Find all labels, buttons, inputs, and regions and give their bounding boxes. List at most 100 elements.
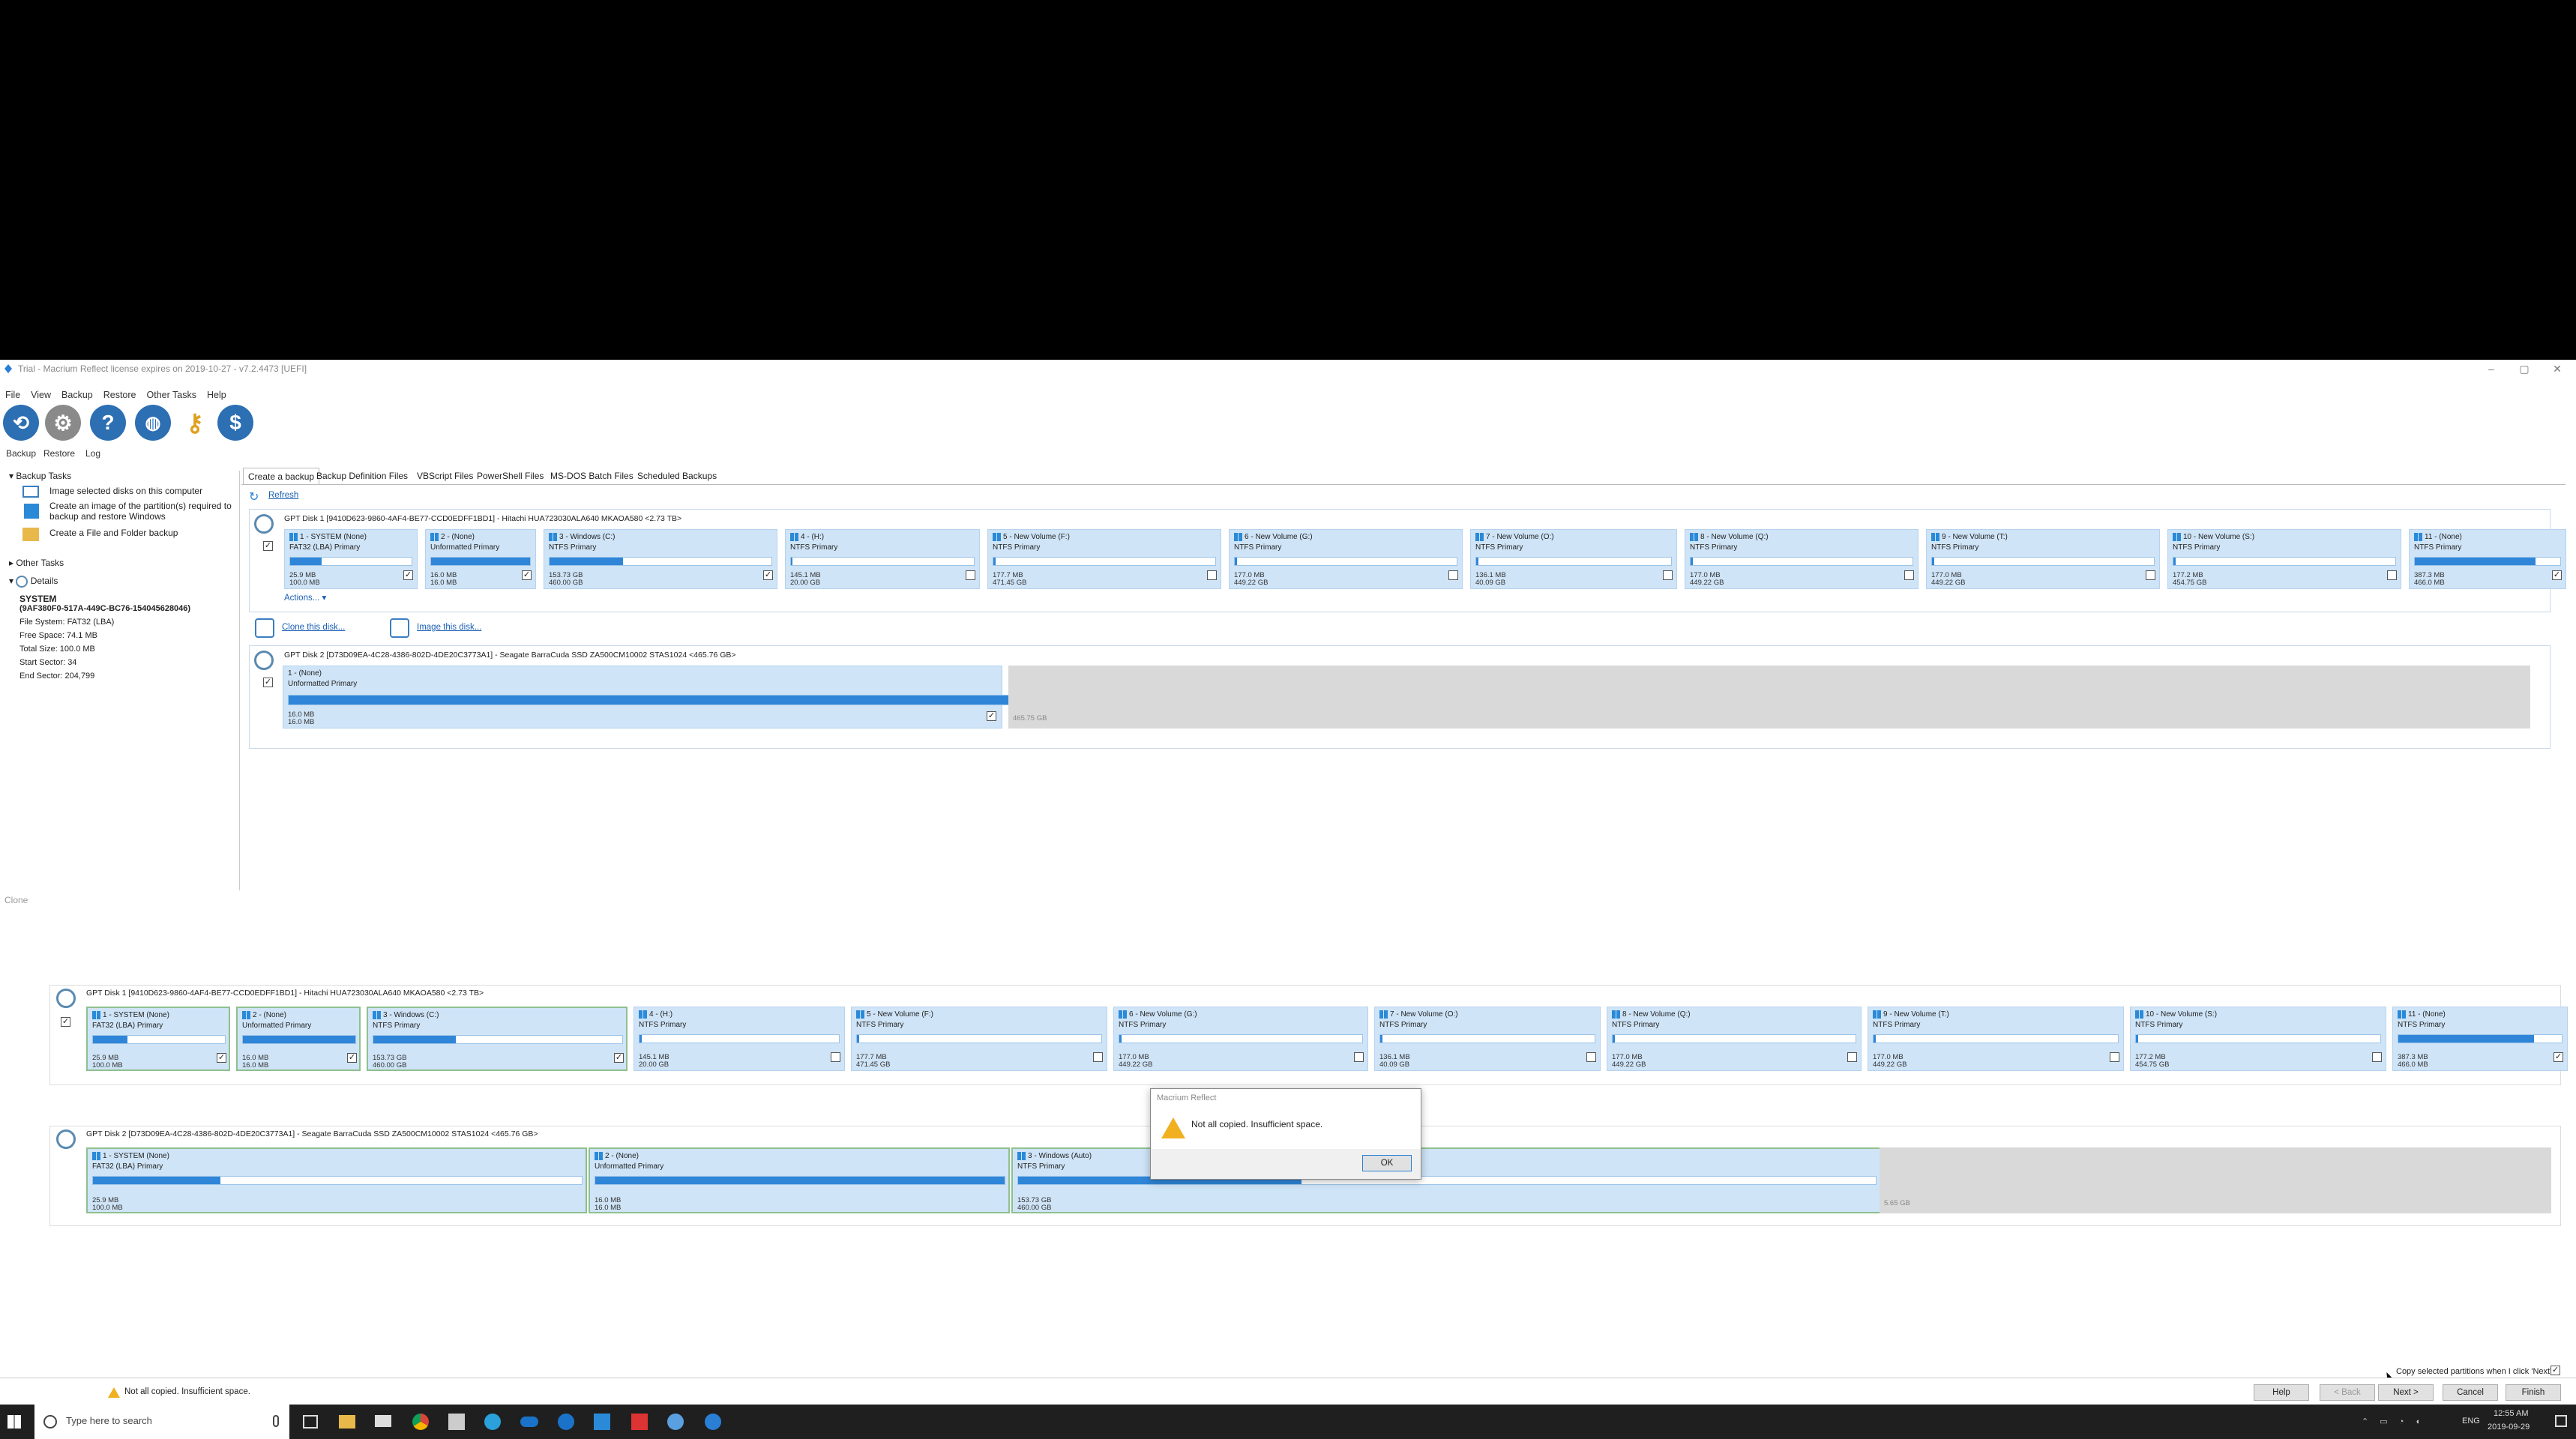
partition[interactable]: 9 - New Volume (T:) NTFS Primary 177.0 MB 4… [1926,529,2160,589]
help-button[interactable]: Help [2254,1384,2309,1401]
partition[interactable]: 3 - Windows (C:) NTFS Primary 153.73 GB 460… [544,529,777,589]
clone-this-disk-link[interactable]: Clone this disk... [282,623,345,632]
backup-tasks-header[interactable]: ▾ Backup Tasks [9,471,71,481]
partition-checkbox[interactable] [1663,570,1673,580]
partition[interactable]: 5 - New Volume (F:) NTFS Primary 177.7 MB 4… [851,1007,1107,1071]
next-button[interactable]: Next > [2378,1384,2434,1401]
mail-icon[interactable] [375,1415,391,1427]
partition[interactable]: 5 - New Volume (F:) NTFS Primary 177.7 MB 4… [987,529,1221,589]
disk1-checkbox[interactable]: ✓ [263,541,273,551]
back-button[interactable]: < Back [2320,1384,2375,1401]
image-this-disk-link[interactable]: Image this disk... [417,623,481,632]
tab-msdos-batch-files[interactable]: MS-DOS Batch Files [546,468,638,484]
globe-icon[interactable]: ◍ [135,405,171,441]
minimize-button[interactable]: – [2474,360,2509,378]
dollar-icon[interactable]: $ [217,405,253,441]
menu-other-tasks[interactable]: Other Tasks [142,387,202,403]
tab-vbscript-files[interactable]: VBScript Files [412,468,478,484]
file-explorer-icon[interactable] [339,1415,355,1429]
partition-checkbox[interactable]: ✓ [217,1053,226,1063]
partition[interactable]: 10 - New Volume (S:) NTFS Primary 177.2 MB… [2167,529,2401,589]
partition[interactable]: 10 - New Volume (S:) NTFS Primary 177.2 MB… [2130,1007,2386,1071]
finish-button[interactable]: Finish [2506,1384,2561,1401]
partition-checkbox[interactable]: ✓ [2552,570,2562,580]
partition[interactable]: 6 - New Volume (G:) NTFS Primary 177.0 MB 4… [1229,529,1463,589]
partition-checkbox[interactable]: ✓ [987,711,996,721]
macrium-taskbar-icon[interactable] [705,1414,721,1430]
notification-icon[interactable] [2555,1415,2567,1427]
partition[interactable]: 8 - New Volume (Q:) NTFS Primary 177.0 MB 4… [1685,529,1919,589]
partition[interactable]: 3 - Windows (Auto) NTFS Primary 153.73 GB 4… [1011,1147,1881,1213]
disk2-partition-1[interactable]: 1 - (None) Unformatted Primary 16.0 MB 1… [283,666,1009,728]
refresh-icon[interactable]: ↻ [249,489,259,504]
telegram-icon[interactable] [484,1414,501,1430]
partition-checkbox[interactable]: ✓ [403,570,413,580]
menu-help[interactable]: Help [202,387,232,403]
start-icon[interactable] [7,1415,21,1429]
partition-checkbox[interactable]: ✓ [347,1053,357,1063]
menu-backup[interactable]: Backup [56,387,98,403]
partition[interactable]: 2 - (None) Unformatted Primary 16.0 MB 16.0… [589,1147,1010,1213]
menu-restore[interactable]: Restore [98,387,142,403]
partition-checkbox[interactable] [1586,1052,1596,1062]
key-icon[interactable]: ⚷ [177,405,213,441]
partition[interactable]: 4 - (H:) NTFS Primary 145.1 MB 20.00 GB [785,529,980,589]
partition[interactable]: 1 - SYSTEM (None) FAT32 (LBA) Primary 25.9… [86,1007,230,1071]
partition-checkbox[interactable]: ✓ [763,570,773,580]
disk2-checkbox[interactable]: ✓ [263,678,273,687]
partition-checkbox[interactable] [2387,570,2397,580]
tab-log-view[interactable]: Log [85,448,100,459]
partition-checkbox[interactable] [2146,570,2155,580]
partition[interactable]: 2 - (None) Unformatted Primary 16.0 MB 16.0… [425,529,536,589]
ok-button[interactable]: OK [1362,1155,1412,1171]
partition[interactable]: 3 - Windows (C:) NTFS Primary 153.73 GB 460… [367,1007,628,1071]
partition-checkbox[interactable] [2372,1052,2382,1062]
partition-checkbox[interactable] [1904,570,1914,580]
app-circle-icon[interactable] [667,1414,684,1430]
actions-menu[interactable]: Actions... ▾ [284,592,326,603]
partition-checkbox[interactable] [2110,1052,2119,1062]
partition[interactable]: 11 - (None) NTFS Primary 387.3 MB 466.0 MB ✓ [2409,529,2566,589]
tab-scheduled-backups[interactable]: Scheduled Backups [633,468,721,484]
partition-checkbox[interactable]: ✓ [2554,1052,2563,1062]
partition[interactable]: 1 - SYSTEM (None) FAT32 (LBA) Primary 25.9… [284,529,418,589]
edge-icon[interactable] [558,1414,574,1430]
task-image-windows-l2[interactable]: backup and restore Windows [49,511,166,522]
onedrive-icon[interactable] [520,1417,538,1427]
tab-backup-definition-files[interactable]: Backup Definition Files [312,468,412,484]
tab-create-backup[interactable]: Create a backup [243,468,320,484]
microphone-icon[interactable] [273,1415,279,1427]
partition[interactable]: 1 - SYSTEM (None) FAT32 (LBA) Primary 25.9… [86,1147,587,1213]
language-indicator[interactable]: ENG [2462,1417,2480,1426]
partition-checkbox[interactable]: ✓ [614,1053,624,1063]
partition[interactable]: 6 - New Volume (G:) NTFS Primary 177.0 MB 4… [1113,1007,1368,1071]
tab-powershell-files[interactable]: PowerShell Files [472,468,548,484]
task-view-icon[interactable] [303,1415,318,1429]
task-image-selected-disks[interactable]: Image selected disks on this computer [49,486,202,496]
partition-checkbox[interactable] [1093,1052,1103,1062]
search-box[interactable]: Type here to search [34,1405,289,1439]
maximize-button[interactable]: ▢ [2507,360,2542,378]
backup-icon[interactable]: ⟲ [3,405,39,441]
partition[interactable]: 9 - New Volume (T:) NTFS Primary 177.0 MB 4… [1868,1007,2124,1071]
partition-checkbox[interactable] [1847,1052,1857,1062]
task-file-folder-backup[interactable]: Create a File and Folder backup [49,528,178,538]
source-disk-checkbox[interactable]: ✓ [61,1017,70,1027]
app-icon[interactable] [448,1414,465,1430]
menu-view[interactable]: View [25,387,56,403]
close-button[interactable]: ✕ [2540,360,2575,378]
help-icon[interactable]: ? [90,405,126,441]
partition[interactable]: 7 - New Volume (O:) NTFS Primary 136.1 MB 4… [1470,529,1677,589]
partition[interactable]: 7 - New Volume (O:) NTFS Primary 136.1 MB 4… [1374,1007,1601,1071]
tab-backup-view[interactable]: Backup [6,448,36,459]
menu-file[interactable]: File [0,387,25,403]
partition-checkbox[interactable] [1448,570,1458,580]
refresh-link[interactable]: Refresh [268,491,298,500]
partition[interactable]: 4 - (H:) NTFS Primary 145.1 MB 20.00 GB [634,1007,845,1071]
chrome-icon[interactable] [412,1414,429,1430]
partition[interactable]: 11 - (None) NTFS Primary 387.3 MB 466.0 MB ✓ [2392,1007,2568,1071]
clock-date[interactable]: 2019-09-29 [2488,1423,2530,1432]
app-t-icon[interactable] [594,1414,610,1430]
task-image-windows-l1[interactable]: Create an image of the partition(s) requ… [49,501,232,511]
other-tasks-header[interactable]: ▸ Other Tasks [9,558,64,568]
